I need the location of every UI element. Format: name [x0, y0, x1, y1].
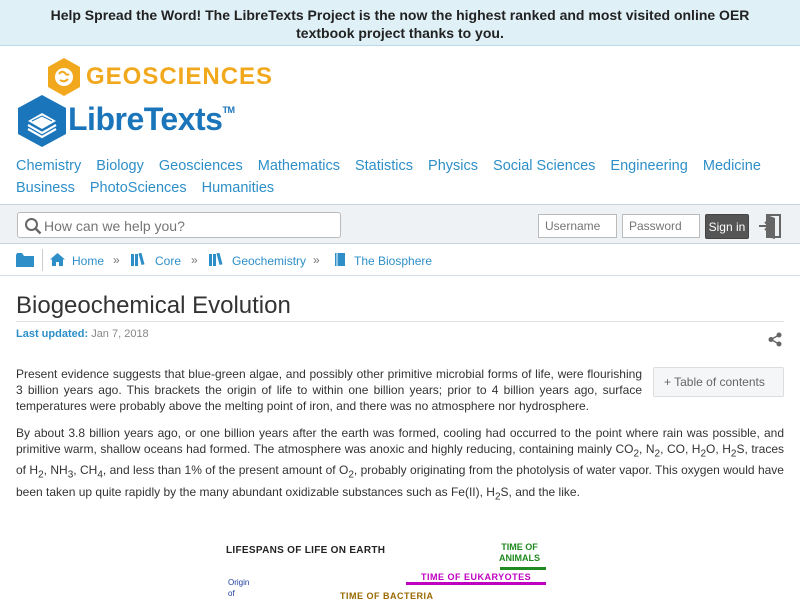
breadcrumb-geochemistry[interactable]: Geochemistry	[232, 254, 306, 268]
subject-link-photosciences[interactable]: PhotoSciences	[90, 177, 187, 199]
atmosphere-paragraph: By about 3.8 billion years ago, or one b…	[16, 426, 784, 503]
folder-icon[interactable]	[16, 253, 34, 267]
subject-link-physics[interactable]: Physics	[428, 155, 478, 177]
site-logo[interactable]: GEOSCIENCES LibreTextsTM	[16, 55, 276, 150]
figure-label-bacteria: TIME OF BACTERIA	[340, 591, 434, 600]
announcement-banner: Help Spread the Word! The LibreTexts Pro…	[0, 0, 800, 46]
subject-link-humanities[interactable]: Humanities	[202, 177, 275, 199]
figure-label-animals: TIME OF ANIMALS	[499, 542, 540, 563]
figure-label-eukaryotes: TIME OF EUKARYOTES	[421, 572, 532, 582]
figure-label-origin: Origin of	[228, 578, 250, 598]
subject-link-social-sciences[interactable]: Social Sciences	[493, 155, 595, 177]
subject-link-geosciences[interactable]: Geosciences	[159, 155, 243, 177]
books-icon	[209, 253, 223, 266]
library-name: GEOSCIENCES	[86, 63, 274, 90]
subject-nav: Chemistry Biology Geosciences Mathematic…	[16, 155, 776, 199]
subject-link-engineering[interactable]: Engineering	[610, 155, 687, 177]
password-field[interactable]	[622, 214, 700, 238]
geosciences-logo-icon	[48, 58, 80, 96]
breadcrumb-home[interactable]: Home	[72, 254, 104, 268]
breadcrumb-the-biosphere[interactable]: The Biosphere	[354, 254, 432, 268]
toc-label: + Table of contents	[664, 375, 765, 389]
sign-in-button[interactable]: Sign in	[705, 214, 749, 239]
page-title: Biogeochemical Evolution	[16, 292, 291, 319]
breadcrumb-separator: »	[113, 253, 120, 267]
search-toolbar: Sign in	[0, 204, 800, 244]
subject-link-business[interactable]: Business	[16, 177, 75, 199]
breadcrumb-divider	[42, 249, 43, 271]
sign-in-icon[interactable]	[758, 213, 782, 239]
animals-timeline-bar	[500, 567, 546, 570]
book-icon	[335, 253, 345, 266]
libretexts-book-icon	[18, 95, 66, 147]
brand-name: LibreTextsTM	[68, 101, 235, 137]
home-icon	[50, 253, 65, 266]
table-of-contents-button[interactable]: + Table of contents	[653, 367, 784, 397]
last-updated: Last updated: Jan 7, 2018	[16, 328, 149, 340]
subject-link-mathematics[interactable]: Mathematics	[258, 155, 340, 177]
last-updated-date: Jan 7, 2018	[91, 328, 149, 340]
breadcrumb-core[interactable]: Core	[155, 254, 181, 268]
lifespans-figure: LIFESPANS OF LIFE ON EARTH TIME OF ANIMA…	[218, 535, 558, 600]
figure-title: LIFESPANS OF LIFE ON EARTH	[226, 545, 386, 556]
breadcrumb-separator: »	[191, 253, 198, 267]
subject-link-chemistry[interactable]: Chemistry	[16, 155, 81, 177]
breadcrumb: Home » Core » Geochemistry » The Biosphe…	[0, 244, 800, 276]
subject-link-biology[interactable]: Biology	[96, 155, 144, 177]
intro-paragraph: Present evidence suggests that blue-gree…	[16, 367, 642, 413]
last-updated-label: Last updated:	[16, 328, 89, 340]
title-divider	[16, 321, 784, 322]
subject-link-statistics[interactable]: Statistics	[355, 155, 413, 177]
share-icon[interactable]	[768, 332, 782, 347]
search-icon	[25, 218, 42, 235]
search-input[interactable]	[44, 216, 334, 236]
subject-link-medicine[interactable]: Medicine	[703, 155, 761, 177]
eukaryotes-timeline-bar	[406, 582, 546, 585]
username-field[interactable]	[538, 214, 617, 238]
banner-text: Help Spread the Word! The LibreTexts Pro…	[50, 7, 750, 41]
breadcrumb-separator: »	[313, 253, 320, 267]
books-icon	[131, 253, 145, 266]
search-box[interactable]	[17, 212, 341, 238]
